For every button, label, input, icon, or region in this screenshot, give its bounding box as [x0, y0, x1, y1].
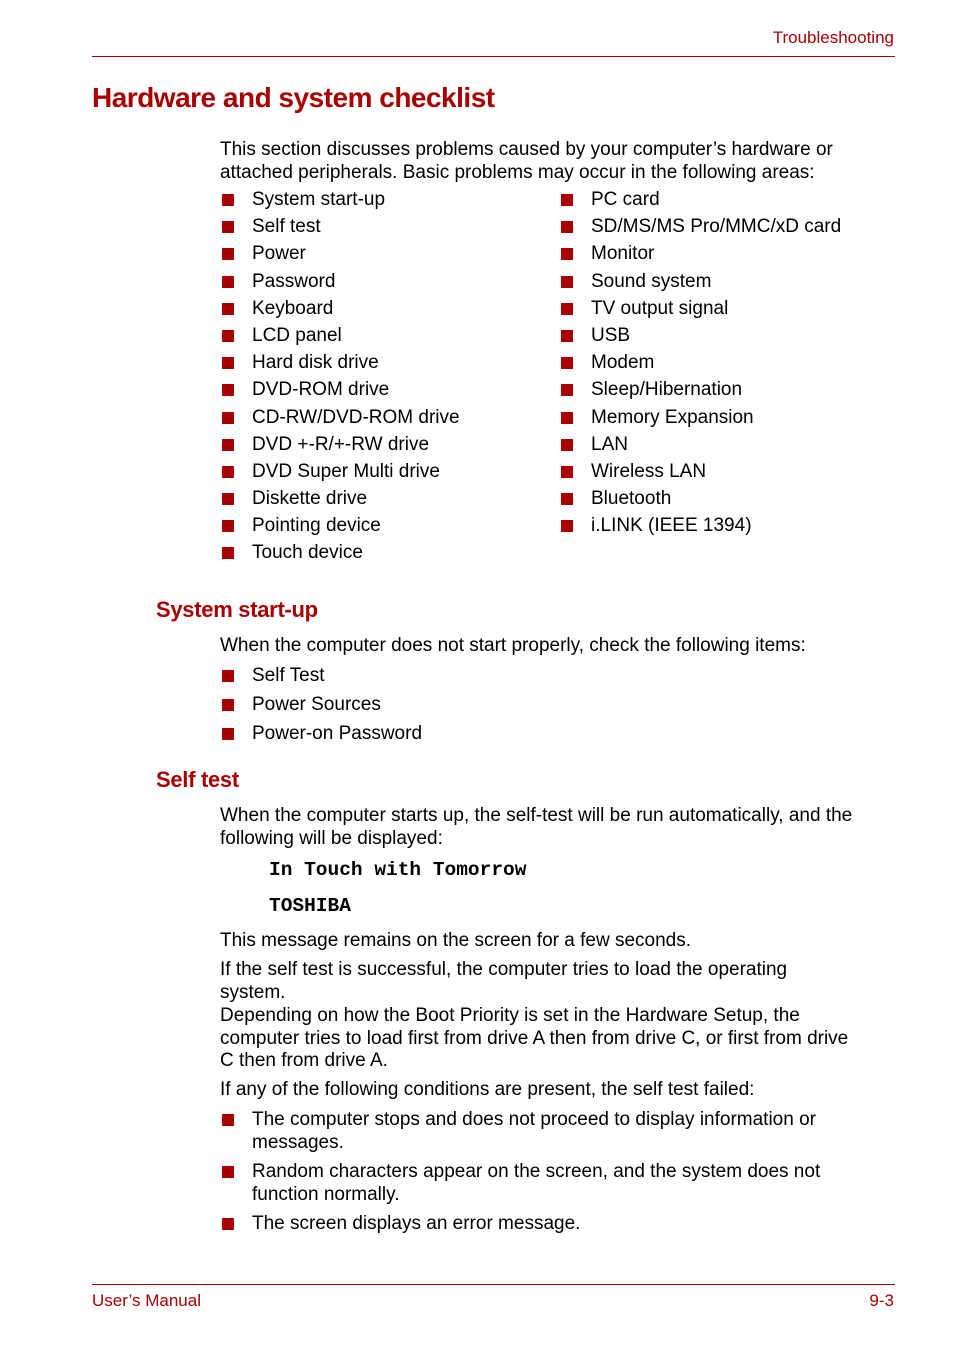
list-item: Self test: [220, 216, 550, 243]
list-item: TV output signal: [559, 298, 899, 325]
self-test-paragraph-3: Depending on how the Boot Priority is se…: [220, 1005, 849, 1071]
intro-paragraph: This section discusses problems caused b…: [220, 139, 833, 183]
list-item: DVD +-R/+-RW drive: [220, 434, 550, 461]
display-message-line2: TOSHIBA: [269, 895, 351, 917]
list-item: DVD Super Multi drive: [220, 461, 550, 488]
footer-rule: [92, 1284, 895, 1285]
page-number: 9-3: [869, 1291, 894, 1310]
list-item: Pointing device: [220, 515, 550, 542]
self-test-paragraph-2: If the self test is successful, the comp…: [220, 959, 788, 1003]
list-item: Self Test: [220, 665, 820, 694]
list-item: Power: [220, 243, 550, 270]
self-test-failure-list: The computer stops and does not proceed …: [220, 1109, 880, 1243]
self-test-paragraph-1: This message remains on the screen for a…: [220, 930, 692, 951]
self-test-paragraph-4: If any of the following conditions are p…: [220, 1079, 755, 1100]
list-item: CD-RW/DVD-ROM drive: [220, 407, 550, 434]
list-item: LCD panel: [220, 325, 550, 352]
areas-list-right: PC card SD/MS/MS Pro/MMC/xD card Monitor…: [559, 189, 899, 542]
list-item: Diskette drive: [220, 488, 550, 515]
list-item: Power-on Password: [220, 723, 820, 752]
list-item: Sleep/Hibernation: [559, 379, 899, 406]
header-rule: [92, 56, 895, 57]
page-title: Hardware and system checklist: [92, 82, 495, 113]
list-item: Sound system: [559, 271, 899, 298]
list-item: Hard disk drive: [220, 352, 550, 379]
list-item: Monitor: [559, 243, 899, 270]
list-item: Memory Expansion: [559, 407, 899, 434]
system-startup-list: Self Test Power Sources Power-on Passwor…: [220, 665, 820, 752]
list-item: Random characters appear on the screen, …: [220, 1161, 880, 1206]
list-item: The computer stops and does not proceed …: [220, 1109, 880, 1154]
list-item: LAN: [559, 434, 899, 461]
running-header-section: Troubleshooting: [772, 28, 894, 47]
self-test-intro: When the computer starts up, the self-te…: [220, 805, 853, 849]
list-item: System start-up: [220, 189, 550, 216]
section-heading-system-startup: System start-up: [156, 597, 318, 622]
list-item: Modem: [559, 352, 899, 379]
list-item: Bluetooth: [559, 488, 899, 515]
list-item: i.LINK (IEEE 1394): [559, 515, 899, 542]
system-startup-intro: When the computer does not start properl…: [220, 635, 806, 656]
list-item: Touch device: [220, 542, 550, 569]
section-heading-self-test: Self test: [156, 767, 239, 792]
list-item: Wireless LAN: [559, 461, 899, 488]
list-item: Keyboard: [220, 298, 550, 325]
list-item: The screen displays an error message.: [220, 1213, 880, 1236]
list-item: USB: [559, 325, 899, 352]
list-item: DVD-ROM drive: [220, 379, 550, 406]
footer-manual-title: User’s Manual: [92, 1291, 201, 1310]
list-item: SD/MS/MS Pro/MMC/xD card: [559, 216, 899, 243]
list-item: Power Sources: [220, 694, 820, 723]
display-message-line1: In Touch with Tomorrow: [269, 859, 527, 881]
list-item: Password: [220, 271, 550, 298]
areas-list-left: System start-up Self test Power Password…: [220, 189, 550, 570]
list-item: PC card: [559, 189, 899, 216]
